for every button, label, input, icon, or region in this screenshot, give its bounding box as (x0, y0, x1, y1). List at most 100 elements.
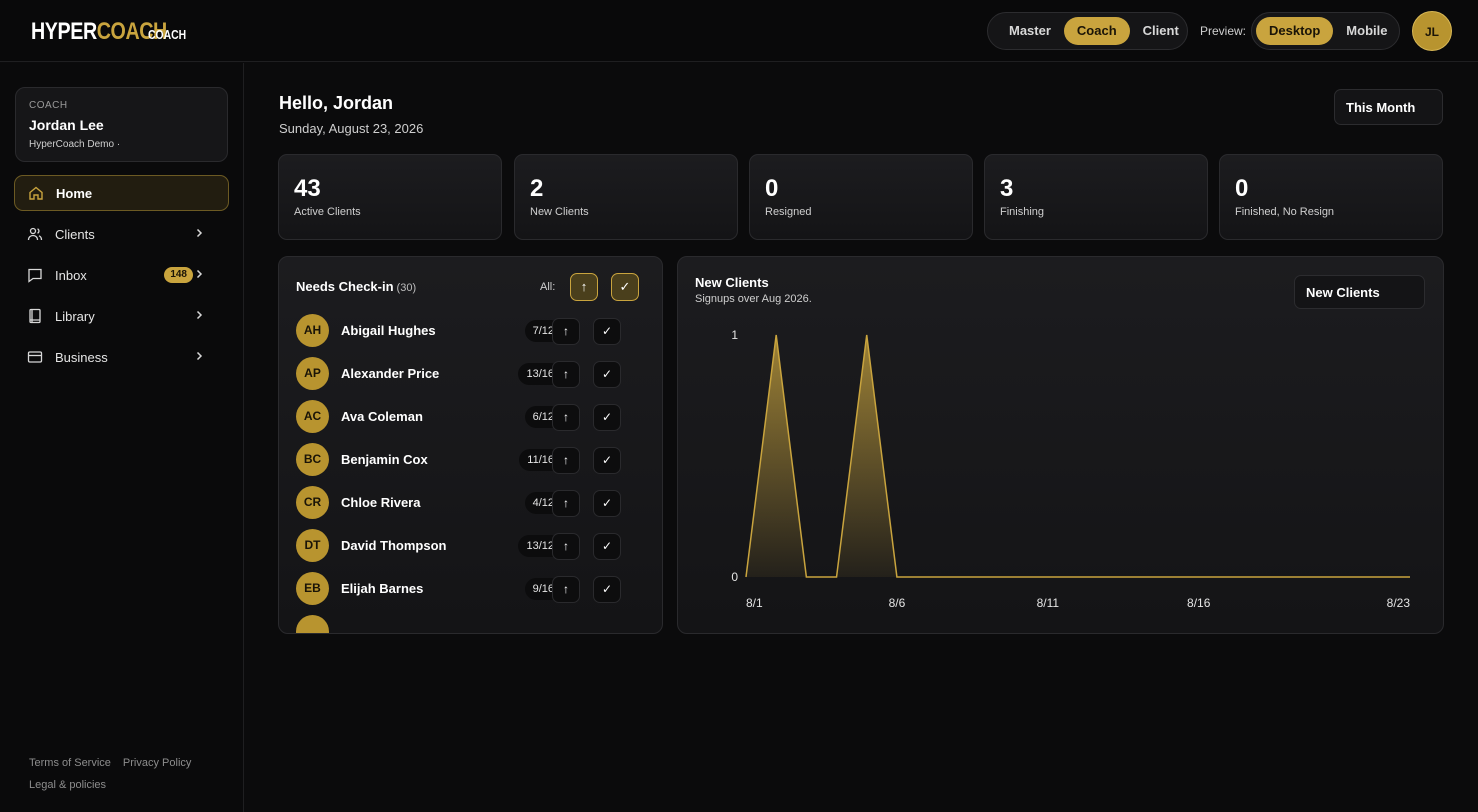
stat-card-resigned[interactable]: 0 Resigned (749, 154, 973, 240)
book-icon (29, 308, 41, 324)
stat-label: New Clients (530, 206, 589, 218)
checkin-up-button[interactable]: ↑ (552, 576, 580, 603)
all-check-button[interactable]: ✓ (611, 273, 639, 301)
mode-client[interactable]: Client (1130, 17, 1192, 45)
checkin-up-button[interactable]: ↑ (552, 447, 580, 474)
arrow-up-icon: ↑ (563, 496, 569, 510)
client-name[interactable]: Elijah Barnes (341, 581, 423, 596)
client-name[interactable]: Benjamin Cox (341, 452, 428, 467)
footer-links: Terms of Service Privacy Policy Legal & p… (29, 752, 203, 796)
preview-desktop[interactable]: Desktop (1256, 17, 1334, 45)
home-icon (29, 186, 43, 200)
preview-label: Preview: (1200, 24, 1247, 38)
checkin-done-button[interactable]: ✓ (593, 533, 621, 560)
greeting: Hello, Jordan (279, 93, 394, 113)
client-avatar: EB (296, 572, 329, 605)
users-icon (27, 227, 43, 241)
coach-org: HyperCoach Demo · (29, 139, 121, 150)
checkin-up-button[interactable]: ↑ (552, 533, 580, 560)
checkin-row[interactable]: EB Elijah Barnes 9/16 ↑ ✓ (296, 572, 646, 606)
checkin-row-partial (296, 615, 646, 633)
client-name[interactable]: Ava Coleman (341, 409, 423, 424)
check-icon: ✓ (601, 410, 613, 424)
all-up-button[interactable]: ↑ (570, 273, 598, 301)
legal-link[interactable]: Legal & policies (29, 779, 106, 791)
checkin-row[interactable]: CR Chloe Rivera 4/12 ↑ ✓ (296, 486, 646, 520)
preview-switcher: Desktop Mobile (1251, 12, 1400, 50)
chevron-right-icon (196, 310, 203, 320)
x-tick-label: 8/16 (1187, 596, 1211, 610)
logo: HYPERCOACH COACH (31, 18, 196, 46)
checkin-done-button[interactable]: ✓ (593, 361, 621, 388)
client-avatar: CR (296, 486, 329, 519)
checkin-row[interactable]: AH Abigail Hughes 7/12 ↑ ✓ (296, 314, 646, 348)
checkin-title-text: Needs Check-in (296, 279, 394, 294)
sidebar-item-label: Inbox (55, 267, 87, 283)
sidebar-item-home[interactable]: Home (14, 175, 229, 211)
checkin-row[interactable]: AC Ava Coleman 6/12 ↑ ✓ (296, 400, 646, 434)
stat-value: 0 (1235, 175, 1249, 202)
user-avatar[interactable]: JL (1412, 11, 1452, 51)
stat-value: 3 (1000, 175, 1014, 202)
checkin-done-button[interactable]: ✓ (593, 447, 621, 474)
check-icon: ✓ (601, 453, 613, 467)
check-icon: ✓ (601, 367, 613, 381)
stat-card-finishing[interactable]: 3 Finishing (984, 154, 1208, 240)
client-avatar: DT (296, 529, 329, 562)
stat-value: 43 (294, 175, 321, 202)
mode-coach[interactable]: Coach (1063, 17, 1130, 45)
arrow-up-icon: ↑ (580, 279, 588, 294)
client-avatar: AC (296, 400, 329, 433)
checkin-up-button[interactable]: ↑ (552, 490, 580, 517)
checkin-row[interactable]: AP Alexander Price 13/16 ↑ ✓ (296, 357, 646, 391)
series-area (746, 335, 1410, 577)
stat-card-new-clients[interactable]: 2 New Clients (514, 154, 738, 240)
arrow-up-icon: ↑ (563, 539, 569, 553)
coach-name: Jordan Lee (29, 117, 104, 133)
checkin-up-button[interactable]: ↑ (552, 318, 580, 345)
stat-card-active-clients[interactable]: 43 Active Clients (278, 154, 502, 240)
chat-icon (28, 268, 42, 283)
checkin-row[interactable]: BC Benjamin Cox 11/16 ↑ ✓ (296, 443, 646, 477)
arrow-up-icon: ↑ (563, 324, 569, 338)
client-name[interactable]: Abigail Hughes (341, 323, 436, 338)
new-clients-panel: New Clients Signups over Aug 2026. New C… (677, 256, 1444, 634)
checkin-done-button[interactable]: ✓ (593, 576, 621, 603)
checkin-done-button[interactable]: ✓ (593, 404, 621, 431)
sidebar-item-label: Clients (55, 226, 95, 242)
sidebar-item-clients[interactable]: Clients (14, 216, 229, 252)
check-icon: ✓ (619, 279, 631, 294)
all-label: All: (540, 281, 556, 293)
stat-label: Resigned (765, 206, 812, 218)
coach-card[interactable]: COACH Jordan Lee HyperCoach Demo · (15, 87, 228, 162)
chevron-right-icon (196, 351, 203, 361)
client-name[interactable]: David Thompson (341, 538, 446, 553)
checkin-done-button[interactable]: ✓ (593, 318, 621, 345)
preview-mobile[interactable]: Mobile (1333, 17, 1400, 45)
checkin-up-button[interactable]: ↑ (552, 404, 580, 431)
check-icon: ✓ (601, 539, 613, 553)
checkin-up-button[interactable]: ↑ (552, 361, 580, 388)
sidebar-item-library[interactable]: Library (14, 298, 229, 334)
checkin-done-button[interactable]: ✓ (593, 490, 621, 517)
main-content: Hello, Jordan Sunday, August 23, 2026 Th… (244, 63, 1478, 812)
checkin-title: Needs Check-in (30) (296, 279, 416, 294)
checkin-row[interactable]: DT David Thompson 13/12 ↑ ✓ (296, 529, 646, 563)
client-name[interactable]: Chloe Rivera (341, 495, 420, 510)
privacy-link[interactable]: Privacy Policy (123, 757, 191, 769)
sidebar-item-business[interactable]: Business (14, 339, 229, 375)
arrow-up-icon: ↑ (563, 410, 569, 424)
stat-label: Finishing (1000, 206, 1045, 218)
sidebar-item-inbox[interactable]: Inbox 148 (14, 257, 229, 293)
period-select[interactable]: This Month (1334, 89, 1443, 125)
terms-link[interactable]: Terms of Service (29, 757, 111, 769)
mode-master[interactable]: Master (996, 17, 1064, 45)
client-name[interactable]: Alexander Price (341, 366, 439, 381)
sidebar-item-label: Home (56, 185, 93, 201)
stat-label: Finished, No Resign (1235, 206, 1335, 218)
stat-label: Active Clients (294, 206, 361, 218)
sidebar-item-label: Library (55, 308, 95, 324)
needs-checkin-panel: Needs Check-in (30) All: ↑ ✓ AH Abigail Hu… (278, 256, 663, 634)
stat-card-finished-no-resign[interactable]: 0 Finished, No Resign (1219, 154, 1443, 240)
chevron-right-icon (196, 228, 203, 238)
